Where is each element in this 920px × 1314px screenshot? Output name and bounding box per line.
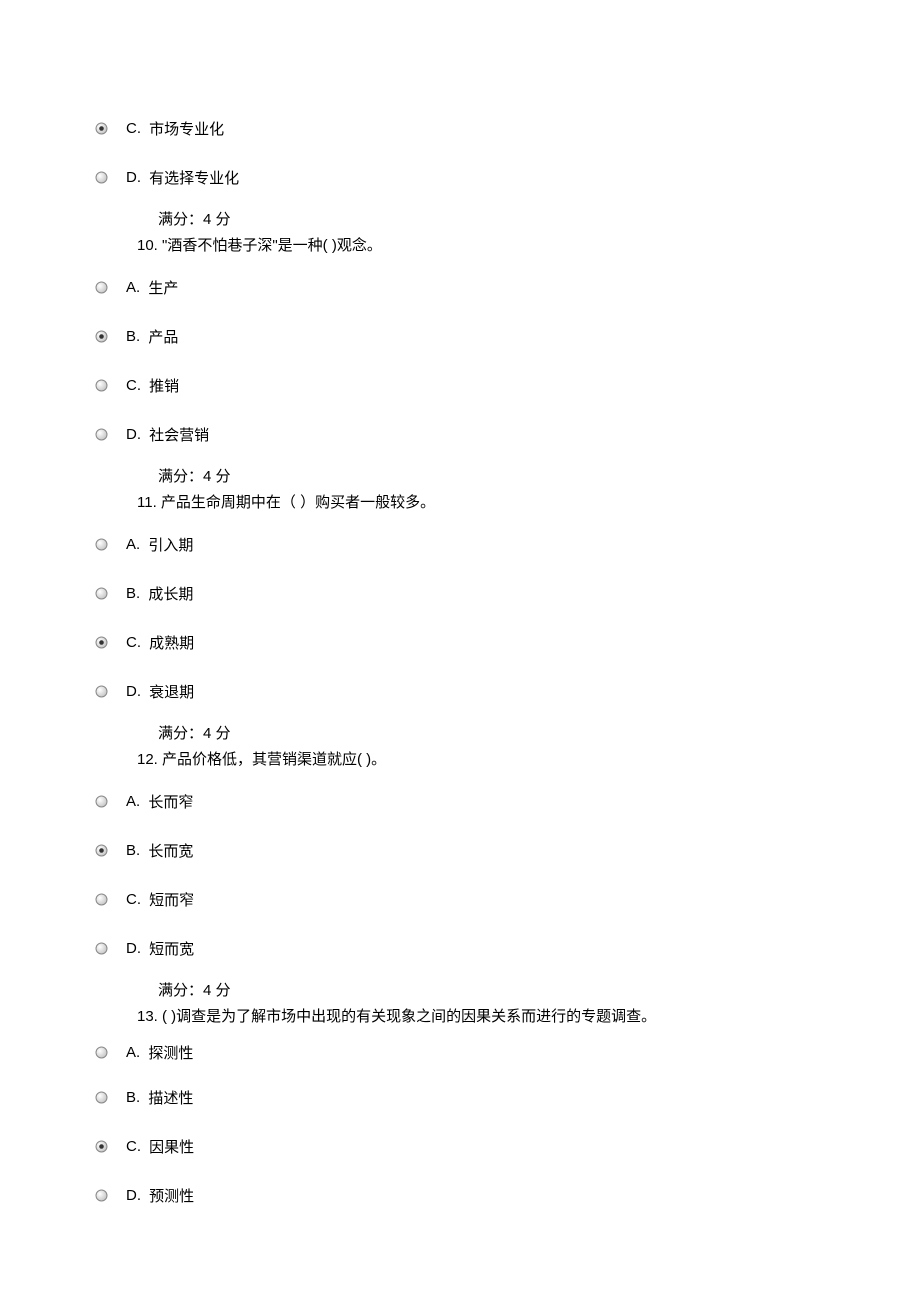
radio-selected-icon — [95, 1140, 108, 1153]
option-letter: B. — [126, 1089, 140, 1106]
option-letter: B. — [126, 328, 140, 345]
option-letter: D. — [126, 683, 141, 700]
option-text: 长而窄 — [144, 791, 193, 812]
option-row[interactable]: C. 推销 — [95, 375, 825, 396]
option-letter: B. — [126, 585, 140, 602]
option-row[interactable]: B. 产品 — [95, 326, 825, 347]
radio-unselected-icon — [95, 1046, 108, 1059]
radio-unselected-icon — [95, 171, 108, 184]
option-text: 衰退期 — [145, 681, 194, 702]
option-text: 探测性 — [144, 1042, 193, 1063]
option-row[interactable]: C. 市场专业化 — [95, 118, 825, 139]
score-label: 满分：4 分 — [158, 465, 825, 486]
option-row[interactable]: D. 有选择专业化 — [95, 167, 825, 188]
option-text: 引入期 — [144, 534, 193, 555]
option-letter: A. — [126, 279, 140, 296]
option-letter: C. — [126, 634, 141, 651]
option-text: 描述性 — [144, 1087, 193, 1108]
option-text: 市场专业化 — [145, 118, 224, 139]
option-letter: A. — [126, 793, 140, 810]
option-text: 有选择专业化 — [145, 167, 239, 188]
option-row[interactable]: B. 长而宽 — [95, 840, 825, 861]
option-row[interactable]: A. 探测性 — [95, 1042, 825, 1063]
radio-unselected-icon — [95, 1091, 108, 1104]
option-letter: D. — [126, 426, 141, 443]
radio-unselected-icon — [95, 1189, 108, 1202]
option-row[interactable]: C. 因果性 — [95, 1136, 825, 1157]
option-row[interactable]: A. 长而窄 — [95, 791, 825, 812]
radio-unselected-icon — [95, 587, 108, 600]
option-text: 短而窄 — [145, 889, 194, 910]
option-row[interactable]: B. 成长期 — [95, 583, 825, 604]
question-text: 11. 产品生命周期中在（ ）购买者一般较多。 — [137, 491, 825, 512]
option-text: 成熟期 — [145, 632, 194, 653]
radio-unselected-icon — [95, 281, 108, 294]
score-label: 满分：4 分 — [158, 208, 825, 229]
option-text: 推销 — [145, 375, 179, 396]
option-text: 长而宽 — [144, 840, 193, 861]
option-row[interactable]: C. 成熟期 — [95, 632, 825, 653]
radio-unselected-icon — [95, 428, 108, 441]
option-letter: D. — [126, 940, 141, 957]
question-text: 10. "酒香不怕巷子深"是一种( )观念。 — [137, 234, 825, 255]
option-row[interactable]: D. 衰退期 — [95, 681, 825, 702]
option-letter: B. — [126, 842, 140, 859]
radio-selected-icon — [95, 330, 108, 343]
option-row[interactable]: D. 社会营销 — [95, 424, 825, 445]
radio-unselected-icon — [95, 893, 108, 906]
option-letter: D. — [126, 169, 141, 186]
option-text: 短而宽 — [145, 938, 194, 959]
radio-unselected-icon — [95, 538, 108, 551]
option-letter: A. — [126, 1044, 140, 1061]
option-row[interactable]: B. 描述性 — [95, 1087, 825, 1108]
option-text: 成长期 — [144, 583, 193, 604]
option-letter: C. — [126, 1138, 141, 1155]
option-row[interactable]: C. 短而窄 — [95, 889, 825, 910]
option-letter: A. — [126, 536, 140, 553]
question-text: 12. 产品价格低，其营销渠道就应( )。 — [137, 748, 825, 769]
option-letter: C. — [126, 891, 141, 908]
option-letter: C. — [126, 377, 141, 394]
option-text: 因果性 — [145, 1136, 194, 1157]
option-text: 生产 — [144, 277, 178, 298]
option-row[interactable]: A. 引入期 — [95, 534, 825, 555]
question-text: 13. ( )调查是为了解市场中出现的有关现象之间的因果关系而进行的专题调查。 — [137, 1005, 825, 1026]
radio-selected-icon — [95, 636, 108, 649]
option-letter: C. — [126, 120, 141, 137]
radio-selected-icon — [95, 844, 108, 857]
radio-selected-icon — [95, 122, 108, 135]
radio-unselected-icon — [95, 379, 108, 392]
radio-unselected-icon — [95, 685, 108, 698]
radio-unselected-icon — [95, 942, 108, 955]
option-row[interactable]: A. 生产 — [95, 277, 825, 298]
radio-unselected-icon — [95, 795, 108, 808]
score-label: 满分：4 分 — [158, 979, 825, 1000]
option-row[interactable]: D. 短而宽 — [95, 938, 825, 959]
option-letter: D. — [126, 1187, 141, 1204]
option-row[interactable]: D. 预测性 — [95, 1185, 825, 1206]
option-text: 社会营销 — [145, 424, 209, 445]
option-text: 产品 — [144, 326, 178, 347]
option-text: 预测性 — [145, 1185, 194, 1206]
score-label: 满分：4 分 — [158, 722, 825, 743]
